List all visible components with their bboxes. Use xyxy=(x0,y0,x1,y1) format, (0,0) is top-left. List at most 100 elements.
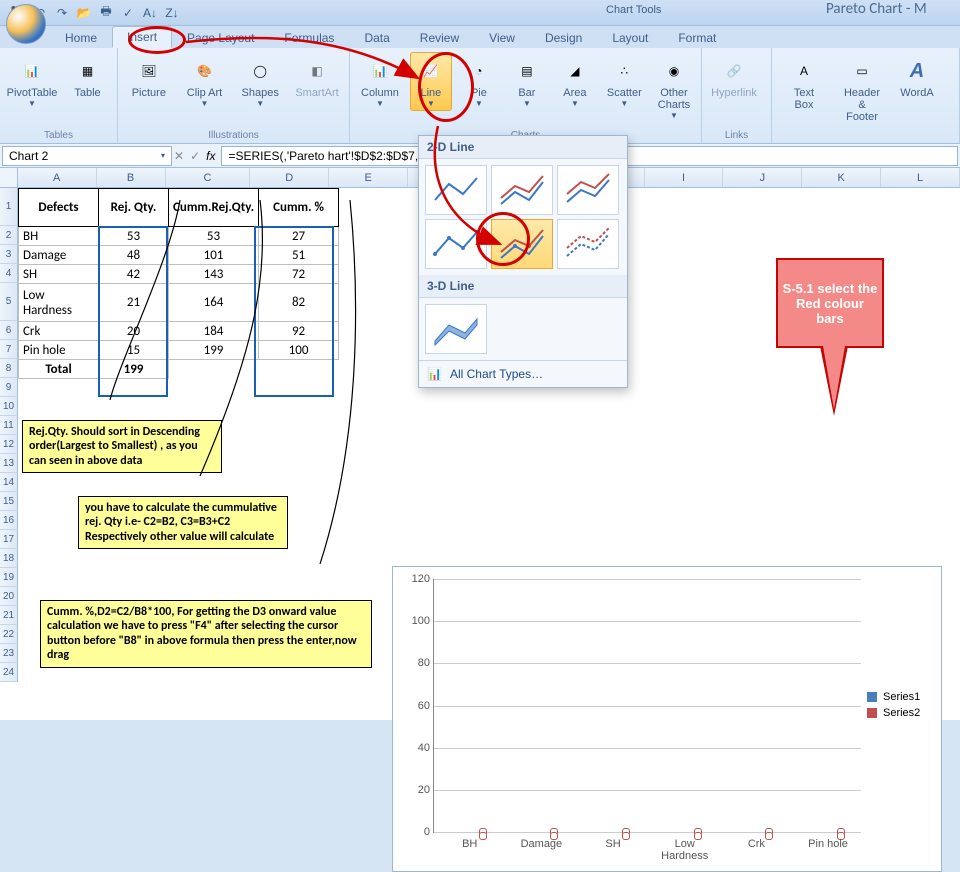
line-option-3[interactable] xyxy=(557,165,619,215)
row-header[interactable]: 3 xyxy=(0,245,18,264)
column-header[interactable]: E xyxy=(329,168,408,187)
all-chart-types-button[interactable]: 📊 All Chart Types… xyxy=(419,360,627,387)
line-option-6[interactable] xyxy=(557,219,619,269)
name-box[interactable]: Chart 2 ▾ xyxy=(2,146,172,166)
hyperlink-button[interactable]: 🔗Hyperlink xyxy=(708,52,760,102)
accept-formula-icon[interactable]: ✓ xyxy=(190,149,200,163)
pivottable-button[interactable]: 📊 PivotTable ▼ xyxy=(6,52,58,111)
chevron-down-icon[interactable]: ▾ xyxy=(161,151,165,160)
cell[interactable]: SH xyxy=(19,265,99,284)
embedded-chart[interactable]: 020406080100120BHDamageSHLow HardnessCrk… xyxy=(392,566,942,872)
cancel-formula-icon[interactable]: ✕ xyxy=(174,149,184,163)
clipart-button[interactable]: 🎨Clip Art▼ xyxy=(180,52,230,111)
area-chart-button[interactable]: ◢Area▼ xyxy=(554,52,596,111)
cell[interactable]: Pin hole xyxy=(19,341,99,360)
dropdown-cat-2d: 2-D Line xyxy=(419,136,627,159)
cell[interactable]: 199 xyxy=(169,341,259,360)
column-header[interactable]: D xyxy=(250,168,329,187)
line-option-3d[interactable] xyxy=(425,304,487,354)
column-header[interactable]: K xyxy=(802,168,881,187)
line-option-1[interactable] xyxy=(425,165,487,215)
line-option-5-markers-stacked[interactable] xyxy=(491,219,553,269)
row-header[interactable]: 13 xyxy=(0,454,18,473)
tab-insert[interactable]: Insert xyxy=(112,26,172,48)
cell[interactable]: Damage xyxy=(19,246,99,265)
tab-design[interactable]: Design xyxy=(530,27,597,48)
row-header[interactable]: 19 xyxy=(0,568,18,587)
cell[interactable]: 164 xyxy=(169,284,259,322)
cell[interactable]: 184 xyxy=(169,322,259,341)
scatter-chart-button[interactable]: ∴Scatter▼ xyxy=(602,52,647,111)
bar-chart-button[interactable]: ▤Bar▼ xyxy=(506,52,548,111)
row-header[interactable]: 18 xyxy=(0,549,18,568)
textbox-button[interactable]: AText Box xyxy=(778,52,830,114)
qat-sortz-icon[interactable]: Z↓ xyxy=(164,5,180,21)
qat-spell-icon[interactable]: ✓ xyxy=(120,5,136,21)
row-header[interactable]: 15 xyxy=(0,492,18,511)
table-button[interactable]: ▦ Table xyxy=(64,52,111,102)
picture-button[interactable]: 🖼Picture xyxy=(124,52,174,102)
row-header[interactable]: 10 xyxy=(0,397,18,416)
row-header[interactable]: 20 xyxy=(0,587,18,606)
line-chart-button[interactable]: 📈Line▼ xyxy=(410,52,452,111)
tab-page-layout[interactable]: Page Layout xyxy=(172,27,269,48)
row-header[interactable]: 14 xyxy=(0,473,18,492)
qat-open-icon[interactable]: 📂 xyxy=(76,5,92,21)
row-header[interactable]: 9 xyxy=(0,378,18,397)
column-header[interactable]: L xyxy=(881,168,960,187)
row-header[interactable]: 2 xyxy=(0,226,18,245)
row-header[interactable]: 5 xyxy=(0,283,18,321)
qat-sort-icon[interactable]: A↓ xyxy=(142,5,158,21)
row-header[interactable]: 1 xyxy=(0,188,18,226)
cell[interactable]: Crk xyxy=(19,322,99,341)
row-header[interactable]: 22 xyxy=(0,625,18,644)
tab-format[interactable]: Format xyxy=(663,27,731,48)
tab-view[interactable]: View xyxy=(474,27,530,48)
header-footer-button[interactable]: ▭Header & Footer xyxy=(836,52,888,126)
cell[interactable]: Low Hardness xyxy=(19,284,99,322)
wordart-button[interactable]: AWordA xyxy=(894,52,940,102)
tab-home[interactable]: Home xyxy=(50,27,112,48)
tab-review[interactable]: Review xyxy=(405,27,474,48)
row-header[interactable]: 12 xyxy=(0,435,18,454)
cell[interactable]: 101 xyxy=(169,246,259,265)
shapes-button[interactable]: ◯Shapes▼ xyxy=(235,52,285,111)
column-chart-button[interactable]: 📊Column▼ xyxy=(356,52,404,111)
row-header[interactable]: 21 xyxy=(0,606,18,625)
column-header[interactable]: J xyxy=(723,168,802,187)
office-button[interactable] xyxy=(6,4,46,44)
row-header[interactable]: 8 xyxy=(0,359,18,378)
other-charts-button[interactable]: ◉Other Charts▼ xyxy=(653,52,695,123)
cell[interactable]: BH xyxy=(19,227,99,246)
pie-chart-button[interactable]: ◔Pie▼ xyxy=(458,52,500,111)
chart-ytick: 20 xyxy=(404,784,430,796)
chart-ytick: 100 xyxy=(404,615,430,627)
smartart-button[interactable]: ◧SmartArt xyxy=(291,52,343,102)
row-header[interactable]: 11 xyxy=(0,416,18,435)
row-header[interactable]: 16 xyxy=(0,511,18,530)
column-header[interactable]: B xyxy=(97,168,166,187)
cell[interactable]: 53 xyxy=(169,227,259,246)
qat-redo-icon[interactable]: ↷ xyxy=(54,5,70,21)
window-title: Pareto Chart - M xyxy=(826,0,927,18)
tab-layout[interactable]: Layout xyxy=(597,27,663,48)
tab-data[interactable]: Data xyxy=(349,27,404,48)
row-header[interactable]: 4 xyxy=(0,264,18,283)
row-header[interactable]: 24 xyxy=(0,663,18,682)
fx-icon[interactable]: fx xyxy=(206,149,215,163)
row-header[interactable]: 23 xyxy=(0,644,18,663)
column-header[interactable]: I xyxy=(645,168,724,187)
cell[interactable]: 143 xyxy=(169,265,259,284)
row-header[interactable]: 17 xyxy=(0,530,18,549)
table-header: Defects xyxy=(19,189,99,227)
cell[interactable]: Total xyxy=(19,360,99,379)
column-header[interactable]: C xyxy=(166,168,251,187)
dropdown-arrow-icon[interactable]: ▼ xyxy=(28,99,36,108)
line-option-4[interactable] xyxy=(425,219,487,269)
row-header[interactable]: 7 xyxy=(0,340,18,359)
qat-print-icon[interactable]: 🖶 xyxy=(98,5,114,21)
column-header[interactable]: A xyxy=(18,168,97,187)
row-header[interactable]: 6 xyxy=(0,321,18,340)
line-option-2[interactable] xyxy=(491,165,553,215)
tab-formulas[interactable]: Formulas xyxy=(269,27,349,48)
